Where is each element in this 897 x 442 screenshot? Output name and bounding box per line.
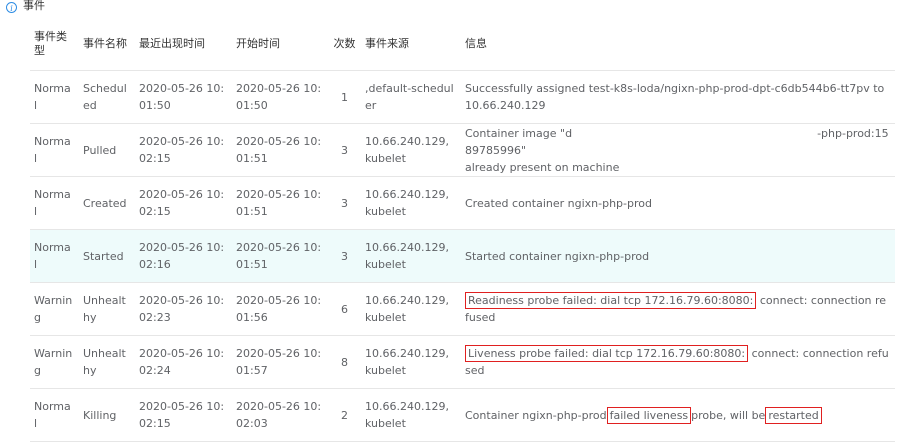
- table-row: Normal Killing 2020-05-26 10:02:15 2020-…: [30, 388, 895, 442]
- first-seen: 2020-05-26 10:01:51: [232, 123, 328, 177]
- last-seen: 2020-05-26 10:02:24: [135, 335, 232, 389]
- annotation-box: failed liveness: [606, 406, 692, 424]
- first-seen: 2020-05-26 10:01:56: [232, 282, 328, 336]
- event-name: Scheduled: [79, 70, 135, 124]
- event-type: Warning: [30, 335, 79, 389]
- event-message: Successfully assigned test-k8s-loda/ngix…: [461, 70, 895, 124]
- message-part: Container image "d: [465, 126, 573, 140]
- event-source: 10.66.240.129,kubelet: [361, 123, 461, 177]
- annotation-box: Readiness probe failed: dial tcp 172.16.…: [465, 292, 757, 309]
- table-row: Normal Scheduled 2020-05-26 10:01:50 202…: [30, 70, 895, 124]
- message-part: Container ngixn-php-prod: [465, 408, 607, 422]
- event-name: Unhealthy: [79, 335, 135, 389]
- event-type: Warning: [30, 282, 79, 336]
- event-name: Started: [79, 229, 135, 283]
- first-seen: 2020-05-26 10:01:51: [232, 176, 328, 230]
- event-source: 10.66.240.129,kubelet: [361, 335, 461, 389]
- event-message: Container image "d -php-prod:1589785996" …: [461, 123, 895, 177]
- events-section-header: i 事件: [6, 0, 45, 14]
- message-part: already present on machine: [465, 160, 620, 174]
- table-row: Warning Unhealthy 2020-05-26 10:02:24 20…: [30, 335, 895, 389]
- first-seen: 2020-05-26 10:01:57: [232, 335, 328, 389]
- event-source: 10.66.240.129,kubelet: [361, 282, 461, 336]
- table-row: Normal Created 2020-05-26 10:02:15 2020-…: [30, 176, 895, 230]
- event-name: Pulled: [79, 123, 135, 177]
- event-source: 10.66.240.129,kubelet: [361, 388, 461, 442]
- event-count: 8: [328, 335, 361, 389]
- event-type: Normal: [30, 176, 79, 230]
- event-source: 10.66.240.129,kubelet: [361, 176, 461, 230]
- event-message: Created container ngixn-php-prod: [461, 176, 895, 230]
- event-type: Normal: [30, 123, 79, 177]
- event-name: Killing: [79, 388, 135, 442]
- col-header-source: 事件来源: [361, 18, 461, 71]
- col-header-event-type: 事件类型: [30, 18, 79, 71]
- col-header-first-seen: 开始时间: [232, 18, 328, 71]
- last-seen: 2020-05-26 10:02:15: [135, 176, 232, 230]
- event-name: Created: [79, 176, 135, 230]
- event-type: Normal: [30, 229, 79, 283]
- event-type: Normal: [30, 388, 79, 442]
- table-row: Normal Started 2020-05-26 10:02:16 2020-…: [30, 229, 895, 283]
- event-name: Unhealthy: [79, 282, 135, 336]
- last-seen: 2020-05-26 10:02:15: [135, 388, 232, 442]
- info-icon: i: [6, 1, 17, 13]
- col-header-message: 信息: [461, 18, 895, 71]
- message-part: probe, will be: [691, 408, 766, 422]
- event-count: 3: [328, 229, 361, 283]
- first-seen: 2020-05-26 10:02:03: [232, 388, 328, 442]
- events-table: 事件类型 事件名称 最近出现时间 开始时间 次数 事件来源 信息 Normal …: [30, 18, 895, 442]
- event-message: Readiness probe failed: dial tcp 172.16.…: [461, 282, 895, 336]
- event-count: 3: [328, 176, 361, 230]
- event-message: Started container ngixn-php-prod: [461, 229, 895, 283]
- event-count: 2: [328, 388, 361, 442]
- table-header-row: 事件类型 事件名称 最近出现时间 开始时间 次数 事件来源 信息: [30, 18, 895, 71]
- col-header-last-seen: 最近出现时间: [135, 18, 232, 71]
- table-row: Normal Pulled 2020-05-26 10:02:15 2020-0…: [30, 123, 895, 177]
- section-title: 事件: [23, 0, 45, 12]
- first-seen: 2020-05-26 10:01:51: [232, 229, 328, 283]
- event-message: Liveness probe failed: dial tcp 172.16.7…: [461, 335, 895, 389]
- table-row: Warning Unhealthy 2020-05-26 10:02:23 20…: [30, 282, 895, 336]
- first-seen: 2020-05-26 10:01:50: [232, 70, 328, 124]
- event-count: 6: [328, 282, 361, 336]
- event-type: Normal: [30, 70, 79, 124]
- event-count: 3: [328, 123, 361, 177]
- annotation-box: restarted: [765, 406, 822, 424]
- annotation-box: Liveness probe failed: dial tcp 172.16.7…: [465, 345, 749, 362]
- last-seen: 2020-05-26 10:02:15: [135, 123, 232, 177]
- col-header-count: 次数: [328, 18, 361, 71]
- last-seen: 2020-05-26 10:02:16: [135, 229, 232, 283]
- last-seen: 2020-05-26 10:01:50: [135, 70, 232, 124]
- event-source: 10.66.240.129,kubelet: [361, 229, 461, 283]
- col-header-event-name: 事件名称: [79, 18, 135, 71]
- event-source: ,default-scheduler: [361, 70, 461, 124]
- event-count: 1: [328, 70, 361, 124]
- event-message: Container ngixn-php-prod failed liveness p…: [461, 388, 895, 442]
- last-seen: 2020-05-26 10:02:23: [135, 282, 232, 336]
